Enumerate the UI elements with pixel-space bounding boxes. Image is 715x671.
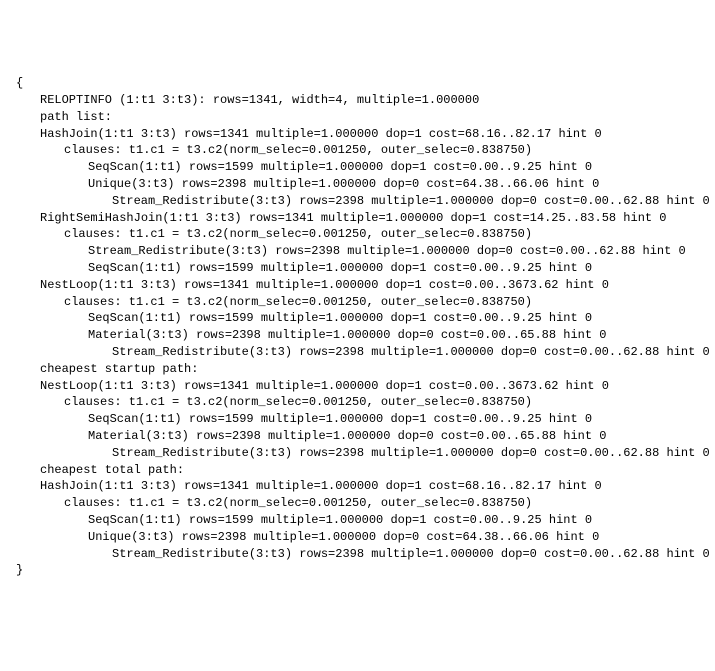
plan-line: Material(3:t3) rows=2398 multiple=1.0000… xyxy=(16,327,699,344)
plan-line: SeqScan(1:t1) rows=1599 multiple=1.00000… xyxy=(16,260,699,277)
plan-line: clauses: t1.c1 = t3.c2(norm_selec=0.0012… xyxy=(16,142,699,159)
plan-line: HashJoin(1:t1 3:t3) rows=1341 multiple=1… xyxy=(16,478,699,495)
plan-line: path list: xyxy=(16,109,699,126)
plan-line: clauses: t1.c1 = t3.c2(norm_selec=0.0012… xyxy=(16,226,699,243)
plan-line: NestLoop(1:t1 3:t3) rows=1341 multiple=1… xyxy=(16,378,699,395)
plan-line: Stream_Redistribute(3:t3) rows=2398 mult… xyxy=(16,193,699,210)
plan-line: Stream_Redistribute(3:t3) rows=2398 mult… xyxy=(16,546,699,563)
plan-line: SeqScan(1:t1) rows=1599 multiple=1.00000… xyxy=(16,411,699,428)
plan-line: RELOPTINFO (1:t1 3:t3): rows=1341, width… xyxy=(16,92,699,109)
plan-line: clauses: t1.c1 = t3.c2(norm_selec=0.0012… xyxy=(16,495,699,512)
plan-line: clauses: t1.c1 = t3.c2(norm_selec=0.0012… xyxy=(16,294,699,311)
plan-line: HashJoin(1:t1 3:t3) rows=1341 multiple=1… xyxy=(16,126,699,143)
plan-line: cheapest total path: xyxy=(16,462,699,479)
query-plan-output: {RELOPTINFO (1:t1 3:t3): rows=1341, widt… xyxy=(16,75,699,579)
plan-line: Stream_Redistribute(3:t3) rows=2398 mult… xyxy=(16,445,699,462)
plan-line: Stream_Redistribute(3:t3) rows=2398 mult… xyxy=(16,243,699,260)
plan-line: SeqScan(1:t1) rows=1599 multiple=1.00000… xyxy=(16,310,699,327)
plan-line: Material(3:t3) rows=2398 multiple=1.0000… xyxy=(16,428,699,445)
plan-line: SeqScan(1:t1) rows=1599 multiple=1.00000… xyxy=(16,159,699,176)
plan-line: cheapest startup path: xyxy=(16,361,699,378)
plan-line: NestLoop(1:t1 3:t3) rows=1341 multiple=1… xyxy=(16,277,699,294)
plan-line: clauses: t1.c1 = t3.c2(norm_selec=0.0012… xyxy=(16,394,699,411)
plan-line: Unique(3:t3) rows=2398 multiple=1.000000… xyxy=(16,176,699,193)
plan-line: } xyxy=(16,562,699,579)
plan-line: { xyxy=(16,75,699,92)
plan-line: Stream_Redistribute(3:t3) rows=2398 mult… xyxy=(16,344,699,361)
plan-line: Unique(3:t3) rows=2398 multiple=1.000000… xyxy=(16,529,699,546)
plan-line: RightSemiHashJoin(1:t1 3:t3) rows=1341 m… xyxy=(16,210,699,227)
plan-line: SeqScan(1:t1) rows=1599 multiple=1.00000… xyxy=(16,512,699,529)
